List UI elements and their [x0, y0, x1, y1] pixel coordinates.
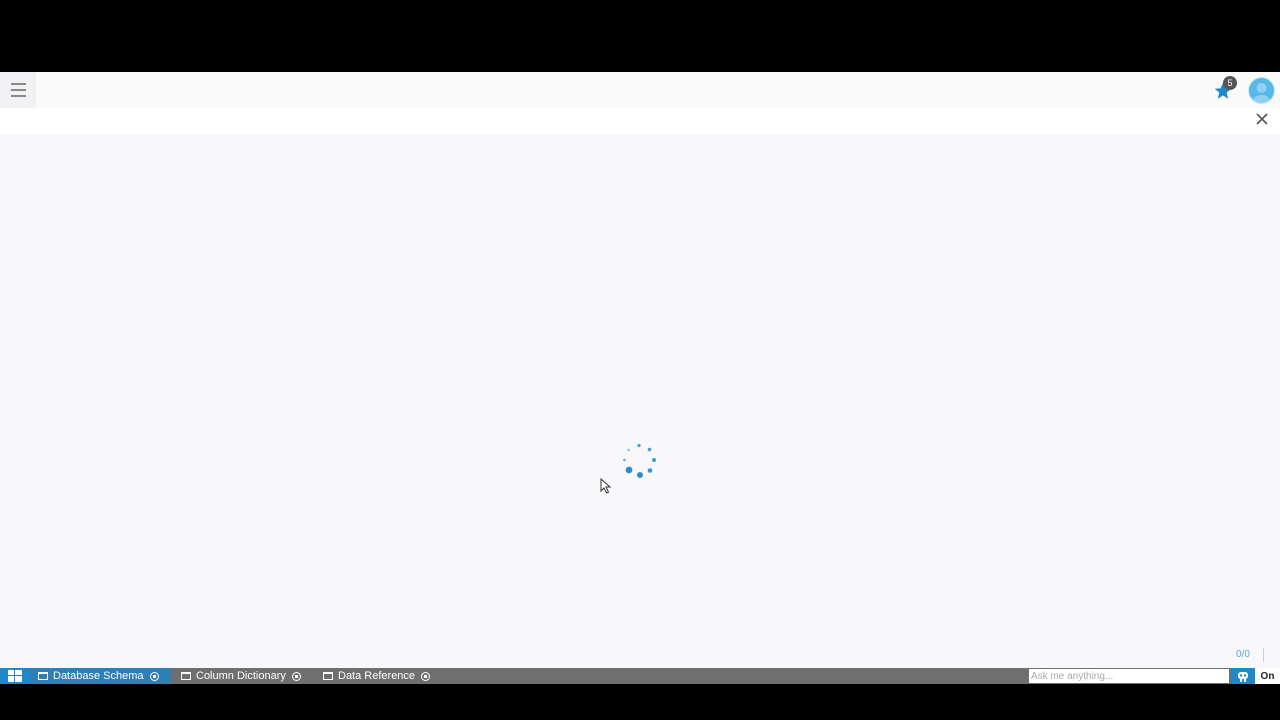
- robot-icon: [1238, 672, 1248, 682]
- taskbar: Database Schema Column Dictionary Data R…: [0, 668, 1280, 684]
- ask-search-input[interactable]: [1029, 669, 1229, 683]
- mouse-cursor-icon: [600, 478, 612, 494]
- taskbar-tab-database-schema[interactable]: Database Schema: [30, 668, 171, 684]
- hamburger-icon: [10, 81, 26, 99]
- assistant-button[interactable]: [1231, 668, 1255, 684]
- taskbar-tab-data-reference[interactable]: Data Reference: [315, 668, 438, 684]
- close-tab-icon[interactable]: [421, 671, 431, 681]
- close-icon[interactable]: [1254, 111, 1270, 127]
- pager-count: 0/0: [1236, 649, 1250, 660]
- taskbar-tab-column-dictionary[interactable]: Column Dictionary: [173, 668, 309, 684]
- window-icon: [323, 672, 333, 680]
- close-tab-icon[interactable]: [149, 671, 159, 681]
- start-button[interactable]: [0, 668, 30, 684]
- pager-divider: [1263, 648, 1264, 662]
- avatar-icon: [1252, 83, 1271, 103]
- window-icon: [38, 672, 48, 680]
- sub-header-bar: [0, 108, 1280, 134]
- taskbar-tab-label: Data Reference: [338, 670, 416, 682]
- top-bar: 5: [0, 72, 1280, 108]
- windows-icon: [8, 670, 22, 682]
- window-icon: [181, 672, 191, 680]
- close-tab-icon[interactable]: [291, 671, 301, 681]
- user-avatar[interactable]: [1248, 77, 1275, 104]
- taskbar-tab-label: Column Dictionary: [196, 670, 286, 682]
- menu-button[interactable]: [0, 72, 36, 108]
- brand-logo: On: [1255, 668, 1280, 684]
- spinner-icon: [623, 443, 656, 478]
- favorites-count-badge: 5: [1223, 76, 1237, 90]
- taskbar-tab-label: Database Schema: [53, 670, 144, 682]
- app-window: 5 0/0: [0, 72, 1280, 684]
